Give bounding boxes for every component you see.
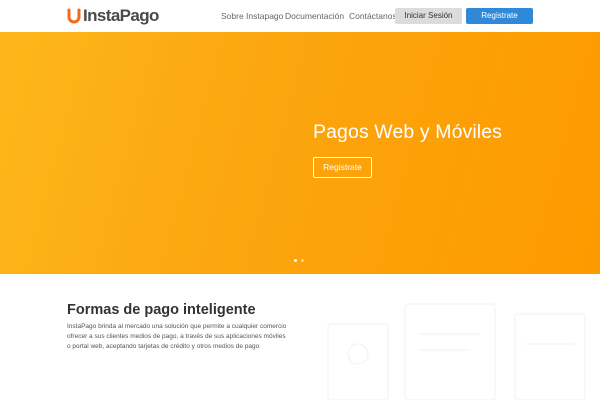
instapago-logo[interactable]: InstaPago (67, 6, 159, 26)
nav-link-contactanos[interactable]: Contáctanos (349, 8, 397, 24)
nav-link-documentacion[interactable]: Documentación (285, 8, 344, 24)
carousel-dot-2[interactable] (301, 259, 304, 262)
carousel-dot-1[interactable] (294, 259, 297, 262)
carousel-indicators (294, 259, 308, 263)
register-button[interactable]: Registrate (466, 8, 533, 24)
hero-title: Pagos Web y Móviles (313, 121, 503, 143)
site-header: InstaPago Sobre Instapago Documentación … (0, 0, 600, 32)
login-button[interactable]: Iniciar Sesión (395, 8, 462, 24)
section-description: InstaPago brinda al mercado una solución… (67, 323, 287, 350)
logo-text: InstaPago (83, 6, 159, 25)
hero-banner: Pagos Web y Móviles Registrate (0, 32, 600, 274)
section-title: Formas de pago inteligente (67, 302, 256, 318)
hero-register-button[interactable]: Registrate (313, 157, 372, 178)
nav-link-sobre-instapago[interactable]: Sobre Instapago (221, 8, 283, 24)
decorative-background-graphic (327, 303, 586, 400)
instapago-logo-icon (67, 8, 81, 24)
payment-methods-section: Formas de pago inteligente InstaPago bri… (0, 274, 600, 400)
